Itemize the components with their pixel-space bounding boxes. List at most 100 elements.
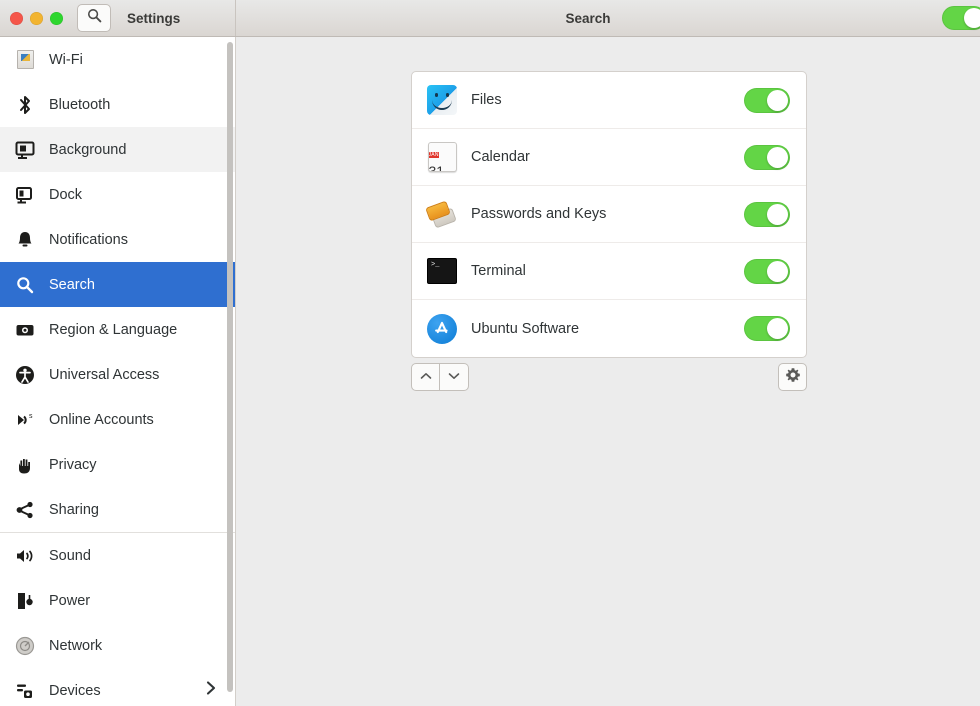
sidebar-item-label: Background bbox=[49, 141, 127, 158]
sidebar-item-universal-access[interactable]: Universal Access bbox=[0, 352, 235, 397]
titlebar-search-button[interactable] bbox=[77, 4, 111, 32]
search-settings-panel: Files JAN 31 Calendar Passwords and Keys… bbox=[236, 37, 980, 706]
page-title: Search bbox=[565, 10, 611, 26]
sidebar-item-label: Online Accounts bbox=[49, 411, 154, 428]
wifi-icon bbox=[14, 49, 36, 71]
background-icon bbox=[14, 139, 36, 161]
list-item[interactable]: Files bbox=[412, 72, 806, 129]
move-up-button[interactable] bbox=[411, 363, 440, 391]
sidebar-item-label: Network bbox=[49, 637, 103, 654]
search-apps-list: Files JAN 31 Calendar Passwords and Keys… bbox=[411, 71, 807, 358]
app-toggle-terminal[interactable] bbox=[744, 258, 790, 284]
region-language-icon bbox=[14, 319, 36, 341]
search-settings-button[interactable] bbox=[778, 363, 807, 391]
toggle-knob bbox=[767, 203, 788, 225]
sidebar-item-label: Privacy bbox=[49, 456, 97, 473]
app-label: Files bbox=[471, 92, 502, 108]
calendar-month-label: JAN bbox=[428, 152, 439, 158]
sidebar-item-online-accounts[interactable]: s Online Accounts bbox=[0, 397, 235, 442]
toggle-track[interactable] bbox=[942, 6, 980, 30]
sidebar-item-label: Sound bbox=[49, 547, 91, 564]
sidebar-item-search[interactable]: Search bbox=[0, 262, 235, 307]
app-label: Ubuntu Software bbox=[471, 320, 580, 337]
sidebar-item-privacy[interactable]: Privacy bbox=[0, 442, 235, 487]
power-plug-icon bbox=[14, 590, 36, 612]
files-app-icon bbox=[426, 84, 458, 116]
sidebar-item-label: Devices bbox=[49, 682, 101, 699]
sidebar-item-sharing[interactable]: Sharing bbox=[0, 487, 235, 532]
network-icon bbox=[14, 635, 36, 657]
window-titlebar: Settings Search bbox=[0, 0, 980, 37]
list-item[interactable]: JAN 31 Calendar bbox=[412, 129, 806, 186]
accessibility-icon bbox=[14, 364, 36, 386]
sidebar-scrollbar[interactable] bbox=[227, 42, 233, 692]
sidebar-item-sound[interactable]: Sound bbox=[0, 533, 235, 578]
chevron-right-icon bbox=[205, 680, 217, 701]
sidebar-item-background[interactable]: Background bbox=[0, 127, 235, 172]
list-item[interactable]: Passwords and Keys bbox=[412, 186, 806, 243]
privacy-hand-icon bbox=[14, 454, 36, 476]
search-master-toggle[interactable] bbox=[942, 6, 980, 30]
toggle-knob bbox=[767, 318, 788, 339]
sidebar-item-label: Search bbox=[49, 276, 95, 293]
app-toggle-files[interactable] bbox=[744, 87, 790, 113]
svg-text:s: s bbox=[29, 413, 33, 420]
online-accounts-icon: s bbox=[14, 409, 36, 431]
bell-icon bbox=[14, 229, 36, 251]
sidebar-item-power[interactable]: Power bbox=[0, 578, 235, 623]
list-item[interactable]: Ubuntu Software bbox=[412, 300, 806, 357]
sidebar-item-label: Dock bbox=[49, 186, 83, 203]
close-window-button[interactable] bbox=[10, 11, 23, 25]
sidebar-item-label: Wi-Fi bbox=[49, 51, 83, 68]
window-controls bbox=[10, 11, 63, 25]
titlebar-left-section: Settings bbox=[0, 0, 236, 36]
passwords-keys-app-icon bbox=[425, 198, 458, 230]
sidebar-item-dock[interactable]: Dock bbox=[0, 172, 235, 217]
minimize-window-button[interactable] bbox=[30, 11, 43, 25]
window-content: Wi-Fi Bluetooth Background Dock Notifica… bbox=[0, 37, 980, 706]
dock-icon bbox=[14, 184, 36, 206]
app-toggle-ubuntu-software[interactable] bbox=[744, 316, 790, 341]
share-icon bbox=[14, 499, 36, 521]
sidebar-item-wifi[interactable]: Wi-Fi bbox=[0, 37, 235, 82]
chevron-down-icon bbox=[447, 368, 461, 386]
search-list-toolbar bbox=[411, 363, 807, 391]
sidebar-list: Wi-Fi Bluetooth Background Dock Notifica… bbox=[0, 37, 235, 706]
sidebar-item-label: Universal Access bbox=[49, 366, 160, 383]
app-label: Passwords and Keys bbox=[471, 206, 607, 222]
calendar-app-icon: JAN 31 bbox=[426, 141, 458, 173]
calendar-day-label: 31 bbox=[428, 163, 445, 172]
search-icon bbox=[87, 8, 102, 28]
sidebar-item-region-language[interactable]: Region & Language bbox=[0, 307, 235, 352]
toggle-knob bbox=[964, 8, 980, 28]
devices-icon bbox=[14, 680, 36, 702]
sidebar-item-label: Power bbox=[49, 592, 91, 609]
chevron-up-icon bbox=[419, 368, 433, 386]
sidebar-item-devices[interactable]: Devices bbox=[0, 668, 235, 706]
list-item[interactable]: Terminal bbox=[412, 243, 806, 300]
sidebar-item-label: Bluetooth bbox=[49, 96, 111, 113]
toggle-knob bbox=[767, 146, 788, 168]
ubuntu-software-app-icon bbox=[426, 313, 458, 345]
sidebar-item-label: Region & Language bbox=[49, 321, 178, 338]
toggle-knob bbox=[767, 260, 788, 282]
sidebar-item-bluetooth[interactable]: Bluetooth bbox=[0, 82, 235, 127]
app-toggle-passwords-and-keys[interactable] bbox=[744, 201, 790, 227]
settings-sidebar: Wi-Fi Bluetooth Background Dock Notifica… bbox=[0, 37, 236, 706]
sidebar-item-network[interactable]: Network bbox=[0, 623, 235, 668]
window-title: Settings bbox=[127, 10, 181, 26]
app-label: Calendar bbox=[471, 149, 530, 165]
gear-icon bbox=[785, 367, 801, 388]
sidebar-item-label: Sharing bbox=[49, 501, 99, 518]
app-toggle-calendar[interactable] bbox=[744, 144, 790, 170]
bluetooth-icon bbox=[14, 94, 36, 116]
app-label: Terminal bbox=[471, 263, 526, 279]
move-down-button[interactable] bbox=[440, 363, 469, 391]
search-icon bbox=[14, 274, 36, 296]
titlebar-right-section: Search bbox=[236, 0, 980, 36]
reorder-buttons bbox=[411, 363, 469, 391]
toggle-knob bbox=[767, 89, 788, 111]
terminal-app-icon bbox=[426, 255, 458, 287]
maximize-window-button[interactable] bbox=[50, 11, 63, 25]
sidebar-item-notifications[interactable]: Notifications bbox=[0, 217, 235, 262]
